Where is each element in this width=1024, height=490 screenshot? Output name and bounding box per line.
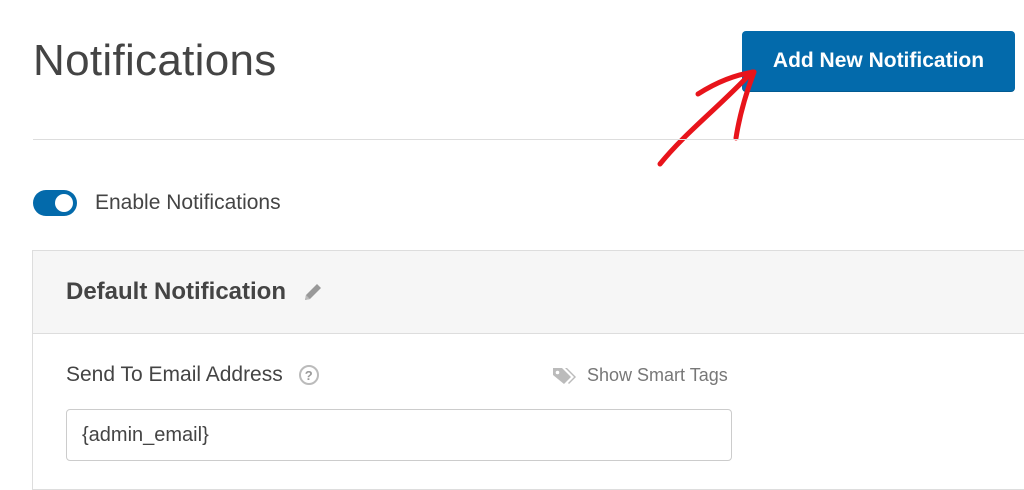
email-field-label-row: Send To Email Address ? [66, 363, 319, 387]
add-new-notification-button[interactable]: Add New Notification [742, 31, 1015, 91]
notification-title: Default Notification [66, 278, 286, 305]
page-title: Notifications [33, 36, 277, 85]
show-smart-tags-label: Show Smart Tags [587, 365, 728, 385]
notification-panel-header: Default Notification [33, 251, 1024, 334]
header-divider [33, 139, 1024, 140]
enable-notifications-label: Enable Notifications [95, 191, 281, 214]
enable-notifications-row: Enable Notifications [33, 190, 281, 216]
pencil-icon[interactable] [302, 281, 324, 303]
email-field-label: Send To Email Address [66, 363, 283, 386]
annotation-arrow [657, 69, 757, 167]
toggle-knob [55, 194, 73, 212]
tag-icon [553, 367, 576, 384]
help-icon[interactable]: ? [298, 365, 319, 385]
enable-notifications-toggle[interactable] [33, 190, 77, 216]
show-smart-tags-link[interactable]: Show Smart Tags [551, 365, 728, 386]
send-to-email-input[interactable] [66, 409, 732, 461]
notification-panel: Default Notification Send To Email Addre… [32, 250, 1024, 490]
